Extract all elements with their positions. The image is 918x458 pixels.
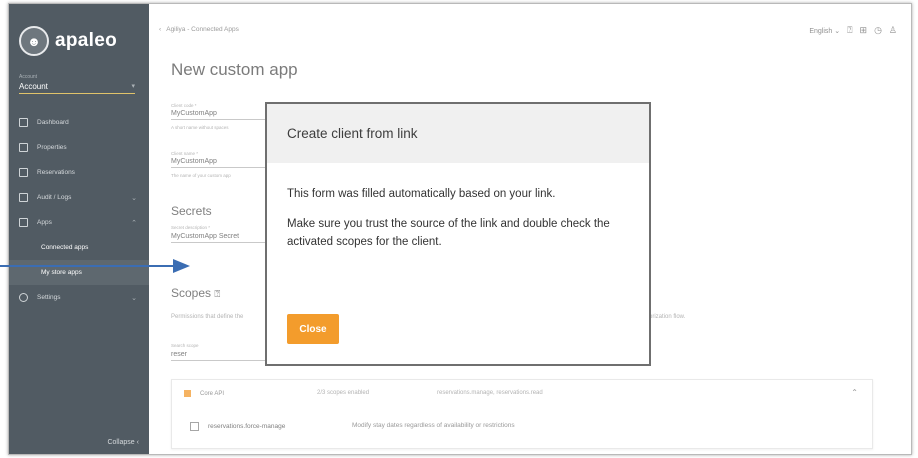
chevron-down-icon: ⌄ (131, 294, 137, 302)
logo-mark-icon: ☻ (19, 26, 49, 56)
sidebar-item-properties[interactable]: Properties (9, 135, 149, 160)
sidebar-item-apps[interactable]: Apps ⌃ (9, 210, 149, 235)
dialog-message-line1: This form was filled automatically based… (287, 188, 556, 200)
close-button[interactable]: Close (287, 314, 339, 344)
dashboard-icon (19, 118, 28, 127)
apps-grid-icon (19, 218, 28, 227)
gear-icon (19, 293, 28, 302)
chevron-down-icon: ▾ (131, 83, 135, 90)
reservations-icon (19, 168, 28, 177)
annotation-arrow (0, 259, 190, 273)
dialog-message-line2: Make sure you trust the source of the li… (287, 218, 610, 248)
app-window: ☻ apaleo Account Account ▾ Dashboard Pro… (8, 3, 912, 455)
logo[interactable]: ☻ apaleo (19, 26, 117, 56)
sidebar-item-settings[interactable]: Settings ⌄ (9, 285, 149, 310)
sidebar-nav: Dashboard Properties Reservations Audit … (9, 110, 149, 310)
sidebar-item-label: Reservations (37, 169, 75, 176)
account-caption: Account (19, 74, 38, 80)
sidebar: ☻ apaleo Account Account ▾ Dashboard Pro… (9, 4, 149, 454)
dialog-title: Create client from link (267, 104, 649, 163)
account-select[interactable]: Account ▾ (19, 82, 135, 94)
sidebar-item-dashboard[interactable]: Dashboard (9, 110, 149, 135)
account-label: Account (19, 82, 48, 91)
sidebar-item-label: Apps (37, 219, 52, 226)
sidebar-item-label: Settings (37, 294, 61, 301)
sidebar-item-label: Dashboard (37, 119, 69, 126)
logo-text: apaleo (55, 30, 117, 51)
chevron-up-icon: ⌃ (131, 219, 137, 227)
sidebar-item-label: Properties (37, 144, 67, 151)
chevron-left-icon: ‹ (136, 439, 139, 446)
arrow-head-icon (173, 259, 190, 273)
chevron-down-icon: ⌄ (131, 194, 137, 202)
log-icon (19, 193, 28, 202)
collapse-sidebar-button[interactable]: Collapse ‹ (107, 439, 139, 446)
sidebar-item-label: Audit / Logs (37, 194, 72, 201)
collapse-label: Collapse (107, 439, 135, 446)
sidebar-item-audit-logs[interactable]: Audit / Logs ⌄ (9, 185, 149, 210)
building-icon (19, 143, 28, 152)
create-client-dialog: Create client from link This form was fi… (265, 102, 651, 366)
sidebar-item-reservations[interactable]: Reservations (9, 160, 149, 185)
